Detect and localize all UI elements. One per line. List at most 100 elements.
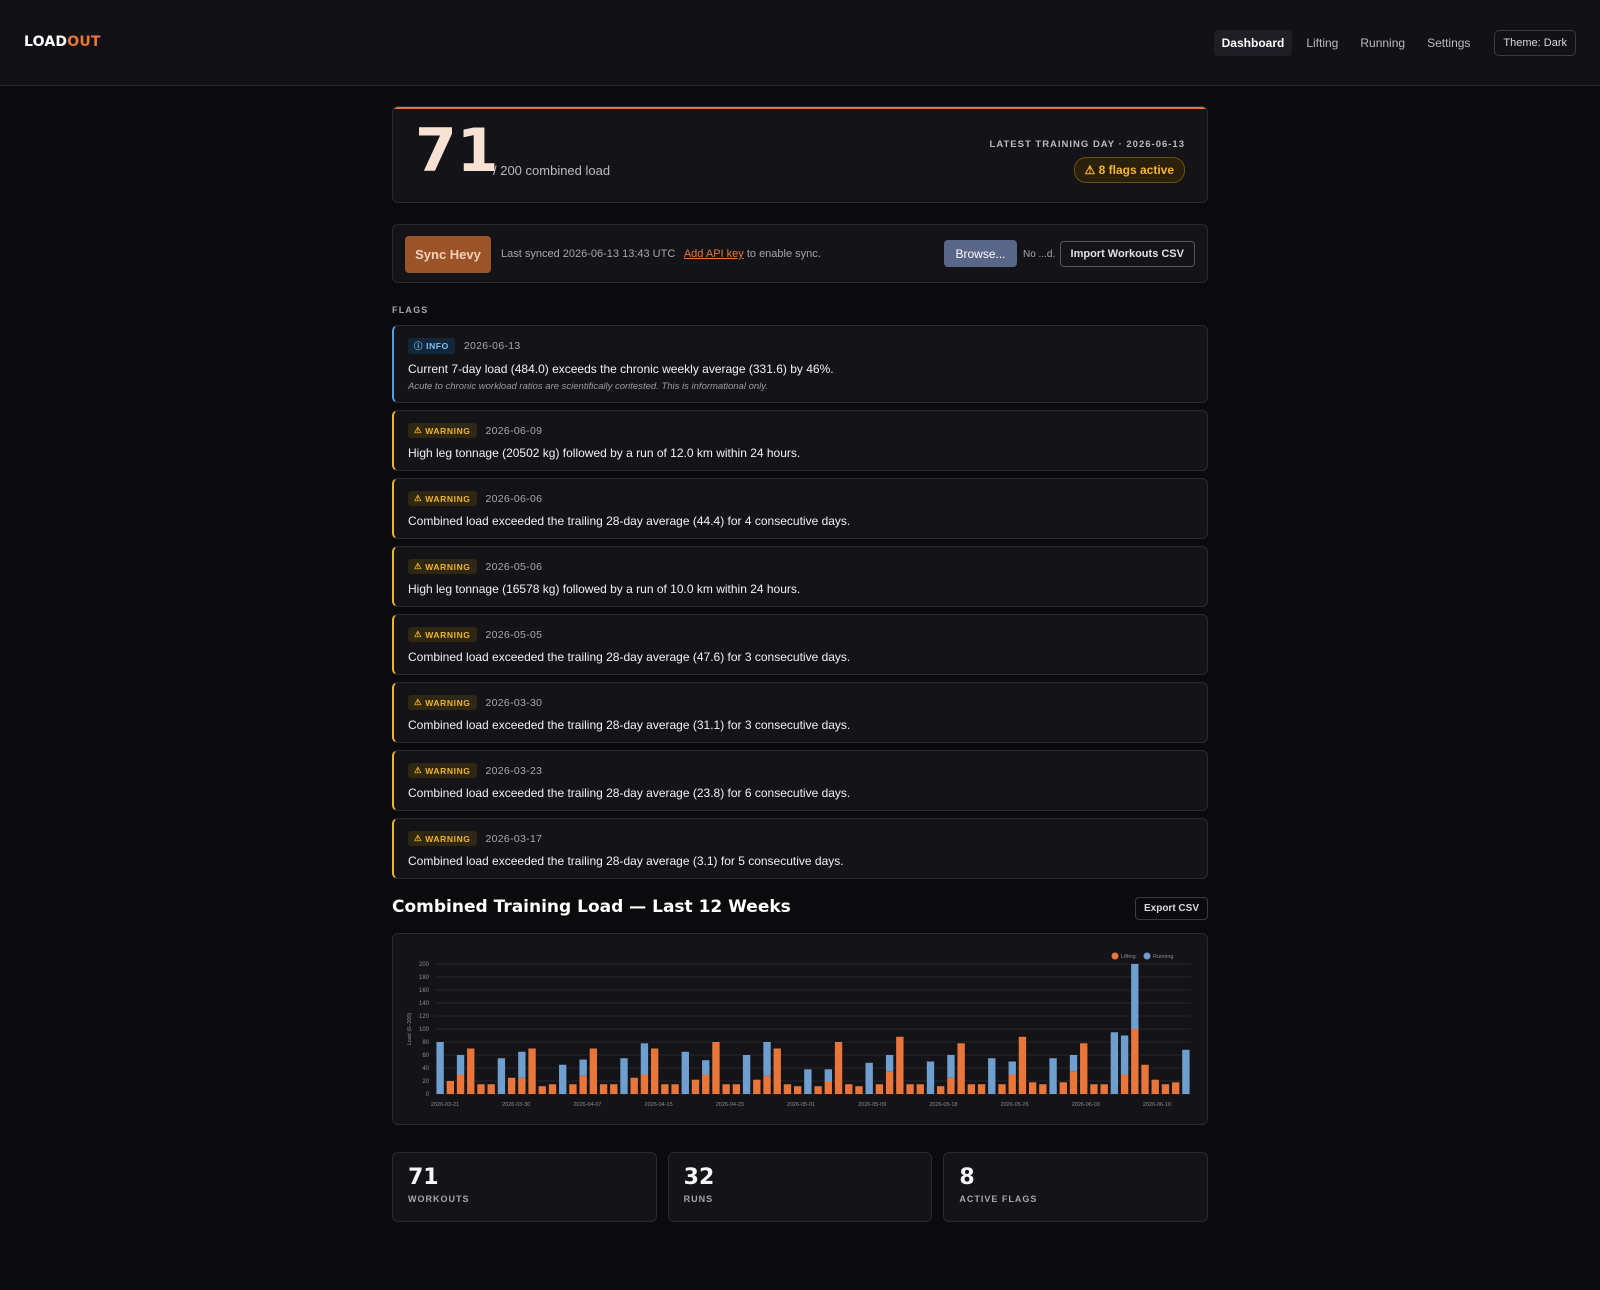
bar-running: [804, 1069, 812, 1094]
bar-lifting: [1008, 1074, 1016, 1094]
warning-badge: ⚠ WARNING: [408, 627, 477, 642]
sync-hevy-button[interactable]: Sync Hevy: [405, 236, 491, 273]
legend-label-running: Running: [1153, 954, 1174, 960]
flag-item: ⚠ WARNING 2026-05-05 Combined load exceed…: [392, 614, 1208, 675]
bar-lifting: [824, 1081, 833, 1094]
bar-lifting: [1120, 1074, 1129, 1094]
bar-lifting: [855, 1086, 863, 1094]
main-content: 71 / 200 combined load LATEST TRAINING D…: [392, 106, 1209, 1222]
flags-list: ⓘ INFO 2026-06-13 Current 7-day load (484…: [392, 325, 1208, 879]
flag-level: WARNING: [425, 765, 471, 776]
flag-level: WARNING: [425, 425, 471, 436]
bar-running: [640, 1043, 649, 1075]
combined-load-max: / 200 combined load: [493, 163, 611, 178]
import-workouts-csv-button[interactable]: Import Workouts CSV: [1059, 241, 1195, 267]
card-accent-line: [393, 107, 1207, 109]
y-tick-label: 20: [422, 1079, 429, 1085]
bar-lifting: [650, 1048, 659, 1094]
y-tick-label: 200: [419, 962, 430, 968]
flag-date: 2026-03-23: [485, 764, 543, 777]
stat-label: RUNS: [683, 1194, 714, 1204]
bar-lifting: [671, 1084, 679, 1094]
bar-running: [681, 1051, 689, 1094]
x-tick-label: 2026-06-03: [1072, 1102, 1100, 1108]
bar-running: [1110, 1032, 1119, 1094]
warning-icon: ⚠: [414, 629, 423, 639]
add-key-suffix: to enable sync.: [743, 248, 821, 260]
bar-lifting: [456, 1074, 465, 1094]
legend-swatch-running: [1143, 952, 1151, 960]
bar-lifting: [1141, 1064, 1149, 1094]
y-tick-label: 80: [422, 1040, 429, 1046]
x-tick-label: 2026-04-23: [716, 1102, 744, 1108]
bar-running: [947, 1055, 955, 1078]
y-tick-label: 140: [419, 1001, 430, 1007]
warning-badge: ⚠ WARNING: [408, 831, 477, 846]
bar-lifting: [885, 1071, 894, 1094]
x-tick-label: 2026-05-09: [858, 1102, 886, 1108]
bar-lifting: [1018, 1036, 1027, 1094]
warning-icon: ⚠: [414, 833, 423, 843]
last-synced-text: Last synced 2026-06-13 13:43 UTC: [501, 248, 676, 260]
y-axis-label: Load (0–200): [407, 1012, 413, 1045]
sync-status: Last synced 2026-06-13 13:43 UTC Add API…: [501, 248, 821, 260]
flag-item: ⚠ WARNING 2026-05-06 High leg tonnage (16…: [392, 546, 1208, 607]
bar-lifting: [947, 1077, 955, 1094]
bar-running: [559, 1064, 567, 1094]
bar-lifting: [1131, 1029, 1139, 1094]
x-tick-label: 2026-06-10: [1143, 1102, 1171, 1108]
chart-title: Combined Training Load — Last 12 Weeks: [392, 897, 791, 917]
bar-lifting: [783, 1084, 792, 1094]
bar-running: [456, 1055, 465, 1075]
x-tick-label: 2026-05-18: [929, 1102, 957, 1108]
nav-running[interactable]: Running: [1352, 30, 1413, 56]
flag-item: ⚠ WARNING 2026-06-06 Combined load exceed…: [392, 478, 1208, 539]
bar-lifting: [906, 1084, 914, 1094]
flag-level: WARNING: [425, 493, 471, 504]
bar-running: [1120, 1035, 1129, 1075]
nav-settings[interactable]: Settings: [1419, 30, 1478, 56]
bar-lifting: [548, 1084, 557, 1094]
bar-running: [1131, 964, 1139, 1029]
top-bar: LOADOUT Dashboard Lifting Running Settin…: [0, 0, 1600, 86]
y-tick-label: 60: [422, 1053, 429, 1059]
flag-message: Combined load exceeded the trailing 28-d…: [408, 786, 851, 800]
bar-lifting: [467, 1048, 475, 1094]
export-csv-button[interactable]: Export CSV: [1134, 897, 1208, 920]
flag-level: WARNING: [425, 833, 471, 844]
latest-training-day: LATEST TRAINING DAY · 2026-06-13: [989, 139, 1185, 150]
chart-svg: 0 20 40 60 80 100 120 140 160 180 200 Load (0–200) 2…: [407, 952, 1191, 1108]
bar-lifting: [691, 1079, 700, 1094]
flag-level: WARNING: [425, 561, 471, 572]
y-tick-label: 0: [426, 1092, 430, 1098]
browse-file-button[interactable]: Browse...: [944, 240, 1017, 267]
bar-lifting: [1171, 1082, 1180, 1094]
bar-lifting: [793, 1086, 802, 1094]
flag-message: Combined load exceeded the trailing 28-d…: [408, 514, 851, 528]
nav-lifting[interactable]: Lifting: [1298, 30, 1346, 56]
bar-lifting: [773, 1048, 781, 1094]
theme-toggle-button[interactable]: Theme: Dark: [1494, 30, 1576, 56]
bar-lifting: [589, 1048, 598, 1094]
bar-running: [579, 1059, 587, 1076]
bar-running: [1069, 1055, 1078, 1072]
stat-value: 32: [683, 1165, 715, 1190]
load-summary-card: 71 / 200 combined load LATEST TRAINING D…: [392, 106, 1208, 203]
nav-dashboard[interactable]: Dashboard: [1213, 30, 1293, 56]
x-tick-label: 2026-05-01: [787, 1102, 815, 1108]
logo-text-out: OUT: [67, 34, 101, 50]
active-flags-badge[interactable]: ⚠ 8 flags active: [1073, 157, 1185, 183]
flag-item: ⚠ WARNING 2026-03-30 Combined load exceed…: [392, 682, 1208, 743]
bar-lifting: [753, 1079, 761, 1094]
y-tick-label: 180: [419, 975, 430, 981]
bar-lifting: [630, 1077, 638, 1094]
bar-lifting: [487, 1084, 495, 1094]
add-api-key-link[interactable]: Add API key: [684, 248, 744, 260]
bar-running: [436, 1042, 444, 1094]
bar-lifting: [1090, 1084, 1098, 1094]
bar-lifting: [569, 1084, 577, 1094]
bar-lifting: [875, 1084, 884, 1094]
app-logo[interactable]: LOADOUT: [24, 34, 101, 50]
bar-lifting: [916, 1084, 924, 1094]
bar-lifting: [579, 1075, 587, 1094]
